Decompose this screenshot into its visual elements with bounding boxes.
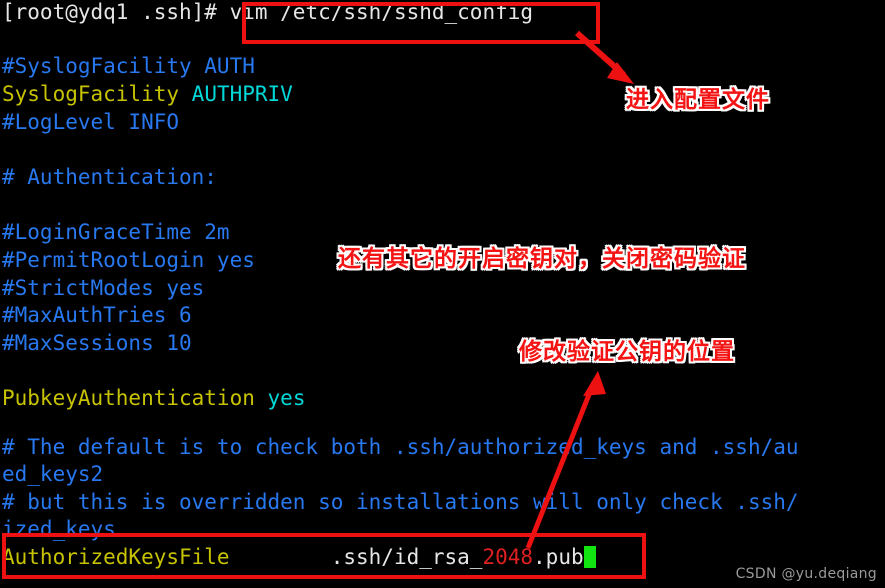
terminal-line-loglevel: #LogLevel INFO bbox=[2, 109, 179, 136]
terminal-line-pubkeyauthentication: PubkeyAuthentication yes bbox=[2, 385, 305, 412]
config-key: AuthorizedKeysFile bbox=[2, 545, 230, 569]
terminal-line-default-check-b: ed_keys2 bbox=[2, 461, 103, 488]
annotation-modify-pubkey-location: 修改验证公钥的位置 bbox=[519, 339, 735, 365]
terminal-line-authentication-header: # Authentication: bbox=[2, 164, 217, 191]
line-text: #LogLevel INFO bbox=[2, 110, 180, 134]
terminal-line-syslogfacility-comment: #SyslogFacility AUTH bbox=[2, 53, 255, 80]
line-text: # The default is to check both .ssh/auth… bbox=[2, 435, 799, 459]
line-text: #LoginGraceTime 2m bbox=[2, 220, 230, 244]
annotation-other-keypair-note: 还有其它的开启密钥对，关闭密码验证 bbox=[338, 246, 746, 272]
line-text: #MaxAuthTries 6 bbox=[2, 303, 192, 327]
terminal-screenshot: [root@ydq1 .ssh]# vim /etc/ssh/sshd_conf… bbox=[0, 0, 885, 588]
annotation-enter-config-file: 进入配置文件 bbox=[626, 87, 770, 113]
config-path-number: 2048 bbox=[482, 545, 534, 569]
csdn-watermark: CSDN @yu.deqiang bbox=[735, 566, 877, 582]
line-text: ed_keys2 bbox=[2, 462, 104, 486]
terminal-line-logingracetime: #LoginGraceTime 2m bbox=[2, 219, 230, 246]
vim-command-text: vim /etc/ssh/sshd_config bbox=[229, 0, 534, 24]
terminal-line-strictmodes: #StrictModes yes bbox=[2, 275, 204, 302]
line-text: ized_keys bbox=[2, 517, 116, 541]
terminal-line-maxauthtries: #MaxAuthTries 6 bbox=[2, 302, 192, 329]
config-key: SyslogFacility bbox=[2, 82, 180, 106]
line-text: # but this is overridden so installation… bbox=[2, 490, 799, 514]
line-text: #StrictModes yes bbox=[2, 276, 205, 300]
terminal-line-overridden-b: ized_keys bbox=[2, 516, 116, 543]
terminal-line-syslogfacility: SyslogFacility AUTHPRIV bbox=[2, 81, 293, 108]
shell-prompt: [root@ydq1 .ssh]# bbox=[2, 0, 217, 24]
prompt-spacer bbox=[217, 0, 230, 24]
config-path-suffix: .pub bbox=[533, 545, 584, 569]
text-cursor bbox=[583, 546, 596, 568]
config-value: AUTHPRIV bbox=[191, 82, 293, 106]
terminal-line-prompt: [root@ydq1 .ssh]# vim /etc/ssh/sshd_conf… bbox=[2, 0, 533, 26]
config-path-prefix: .ssh/id_rsa_ bbox=[330, 545, 483, 569]
terminal-line-overridden-a: # but this is overridden so installation… bbox=[2, 489, 799, 516]
config-key: PubkeyAuthentication bbox=[2, 386, 255, 410]
line-text: # Authentication: bbox=[2, 165, 217, 189]
terminal-line-permitrootlogin: #PermitRootLogin yes bbox=[2, 247, 255, 274]
terminal-line-default-check-a: # The default is to check both .ssh/auth… bbox=[2, 434, 799, 461]
config-value: yes bbox=[267, 386, 306, 410]
line-text: #PermitRootLogin yes bbox=[2, 248, 255, 272]
terminal-line-maxsessions: #MaxSessions 10 bbox=[2, 330, 192, 357]
line-text: #MaxSessions 10 bbox=[2, 331, 192, 355]
terminal-line-authorizedkeysfile: AuthorizedKeysFile .ssh/id_rsa_2048.pub bbox=[2, 544, 596, 571]
line-text: #SyslogFacility AUTH bbox=[2, 54, 255, 78]
